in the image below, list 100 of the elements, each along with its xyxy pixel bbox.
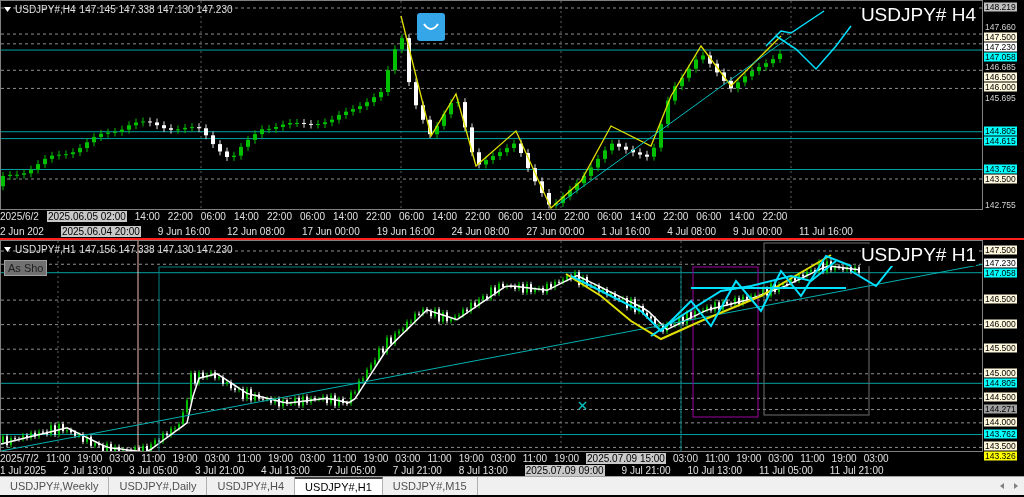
price-label: 146.000 bbox=[984, 82, 1017, 92]
time-axis-label: 2025.06.04 20:00 bbox=[60, 226, 141, 237]
time-axis-label: 24 Jun 08:00 bbox=[451, 226, 510, 237]
time-axis-label: 19:00 bbox=[458, 452, 484, 464]
time-axis-label: 22:00 bbox=[167, 211, 193, 222]
time-axis-label: 11:00 bbox=[332, 452, 357, 464]
time-axis-label: 19:00 bbox=[554, 452, 580, 464]
price-label: 144.500 bbox=[984, 392, 1017, 402]
time-axis-label: 8 Jul 13:00 bbox=[458, 464, 508, 476]
price-label: 147.230 bbox=[984, 42, 1017, 52]
time-axis-label: 14:00 bbox=[233, 211, 259, 222]
time-axis-label: 06:00 bbox=[200, 211, 226, 222]
price-label: 147.230 bbox=[984, 258, 1017, 268]
price-label: 142.755 bbox=[984, 200, 1017, 210]
collapse-triangle-icon[interactable] bbox=[4, 7, 11, 12]
price-label: 143.762 bbox=[984, 429, 1017, 439]
price-label: 146.685 bbox=[984, 62, 1017, 72]
time-axis-label: 03:00 bbox=[109, 452, 135, 464]
time-axis-label: 14:00 bbox=[432, 211, 458, 222]
price-label: 143.762 bbox=[984, 164, 1017, 173]
price-label: 147.058 bbox=[984, 268, 1017, 278]
time-axis-label: 03:00 bbox=[395, 452, 421, 464]
time-axis-label: 22:00 bbox=[266, 211, 292, 222]
time-axis-label: 2025/6/2 bbox=[0, 211, 39, 222]
time-axis-label: 06:00 bbox=[498, 211, 524, 222]
time-axis-label: 7 Jul 05:00 bbox=[326, 464, 376, 476]
scroll-right-icon[interactable] bbox=[1014, 483, 1018, 489]
price-label: 148.219 bbox=[984, 2, 1017, 12]
time-axis-label: 19:00 bbox=[736, 452, 762, 464]
time-axis-label: 14:00 bbox=[333, 211, 358, 222]
time-axis-label: 11:00 bbox=[45, 452, 71, 464]
time-axis-label: 27 Jun 00:00 bbox=[526, 226, 585, 237]
chart-symbol: USDJPY#,H1 bbox=[15, 243, 76, 257]
price-label: 147.500 bbox=[984, 32, 1017, 42]
chart-symbol: USDJPY#,H4 bbox=[15, 3, 76, 17]
smile-icon[interactable] bbox=[417, 13, 445, 41]
time-axis-label: 4 Jul 13:00 bbox=[260, 464, 310, 476]
time-axis-label: 19:00 bbox=[172, 452, 198, 464]
time-axis-label: 03:00 bbox=[672, 452, 698, 464]
time-axis-label: 11:00 bbox=[236, 452, 261, 464]
scroll-left-icon[interactable] bbox=[1000, 483, 1004, 489]
time-axis-label: 2025/7/2 bbox=[0, 452, 39, 464]
time-axis-label: 9 Jul 21:00 bbox=[621, 464, 671, 476]
price-label: 146.500 bbox=[984, 72, 1017, 82]
time-axis-label: 10 Jul 13:00 bbox=[687, 464, 742, 476]
time-axis-label: 19 Jun 16:00 bbox=[376, 226, 435, 237]
chart-tab[interactable]: USDJPY#,H1 bbox=[295, 477, 383, 495]
time-axis-label: 11:00 bbox=[427, 452, 452, 464]
price-quotes: 147.156 147.338 147.130 147.230 bbox=[79, 243, 233, 257]
time-axis-label: 19:00 bbox=[831, 452, 857, 464]
time-axis-label: 11:00 bbox=[704, 452, 730, 464]
time-axis-label: 06:00 bbox=[696, 211, 722, 222]
time-axis-label: 14:00 bbox=[531, 211, 557, 222]
time-axis-label: 1 Jul 16:00 bbox=[601, 226, 651, 237]
time-axis-label: 2025.07.09 15:00 bbox=[586, 452, 666, 464]
time-axis-label: 14:00 bbox=[729, 211, 755, 222]
time-axis-label: 03:00 bbox=[863, 452, 889, 464]
price-label: 144.000 bbox=[984, 417, 1017, 427]
chart-title: USDJPY# H1 bbox=[860, 244, 976, 266]
price-label: 145.500 bbox=[984, 343, 1017, 353]
time-axis-label: 06:00 bbox=[399, 211, 425, 222]
time-axis-label: 19:00 bbox=[267, 452, 293, 464]
time-axis-label: 2025.07.09 09:00 bbox=[524, 464, 605, 476]
cross-icon bbox=[578, 401, 587, 410]
time-axis-label: 03:00 bbox=[204, 452, 230, 464]
time-axis-label: 11:00 bbox=[800, 452, 825, 464]
time-axis-label: 2 Jul 13:00 bbox=[63, 464, 113, 476]
price-label: 145.000 bbox=[984, 368, 1017, 378]
time-axis-label: 3 Jul 21:00 bbox=[195, 464, 244, 476]
time-axis-label: 03:00 bbox=[768, 452, 794, 464]
time-axis-label: 03:00 bbox=[490, 452, 516, 464]
time-axis-label: 17 Jun 00:00 bbox=[301, 226, 360, 237]
collapse-triangle-icon[interactable] bbox=[4, 247, 11, 252]
time-axis-label: 2025.06.05 02:00 bbox=[46, 211, 127, 222]
time-axis-label: 11:00 bbox=[522, 452, 548, 464]
time-axis-label: 4 Jul 08:00 bbox=[667, 226, 717, 237]
time-axis-label: 2 Jun 202 bbox=[0, 226, 44, 237]
price-label: 143.500 bbox=[984, 174, 1017, 183]
price-label: 144.805 bbox=[984, 126, 1017, 136]
price-label: 143.500 bbox=[984, 441, 1017, 451]
time-axis-label: 9 Jul 00:00 bbox=[733, 226, 782, 237]
time-axis-label: 22:00 bbox=[762, 211, 788, 222]
price-label: 147.500 bbox=[984, 245, 1017, 255]
time-axis-label: 3 Jul 05:00 bbox=[129, 464, 179, 476]
time-axis-label: 11 Jul 05:00 bbox=[759, 464, 813, 476]
price-label: 146.500 bbox=[984, 294, 1017, 304]
price-label: 146.000 bbox=[984, 319, 1017, 329]
time-axis-label: 12 Jun 08:00 bbox=[227, 226, 285, 237]
time-axis-label: 9 Jun 16:00 bbox=[157, 226, 211, 237]
time-axis-label: 14:00 bbox=[134, 211, 160, 222]
price-quotes: 147.145 147.338 147.130 147.230 bbox=[79, 3, 233, 17]
price-label: 144.615 bbox=[984, 136, 1017, 146]
price-label: 147.660 bbox=[984, 22, 1017, 32]
time-axis-label: 11 Jul 21:00 bbox=[829, 464, 884, 476]
time-axis-label: 7 Jul 21:00 bbox=[392, 464, 442, 476]
price-label: 144.271 bbox=[984, 404, 1017, 414]
time-axis-label: 06:00 bbox=[597, 211, 623, 222]
forecast-line bbox=[765, 10, 825, 47]
time-axis-label: 19:00 bbox=[77, 452, 103, 464]
time-axis-label: 22:00 bbox=[465, 211, 491, 222]
